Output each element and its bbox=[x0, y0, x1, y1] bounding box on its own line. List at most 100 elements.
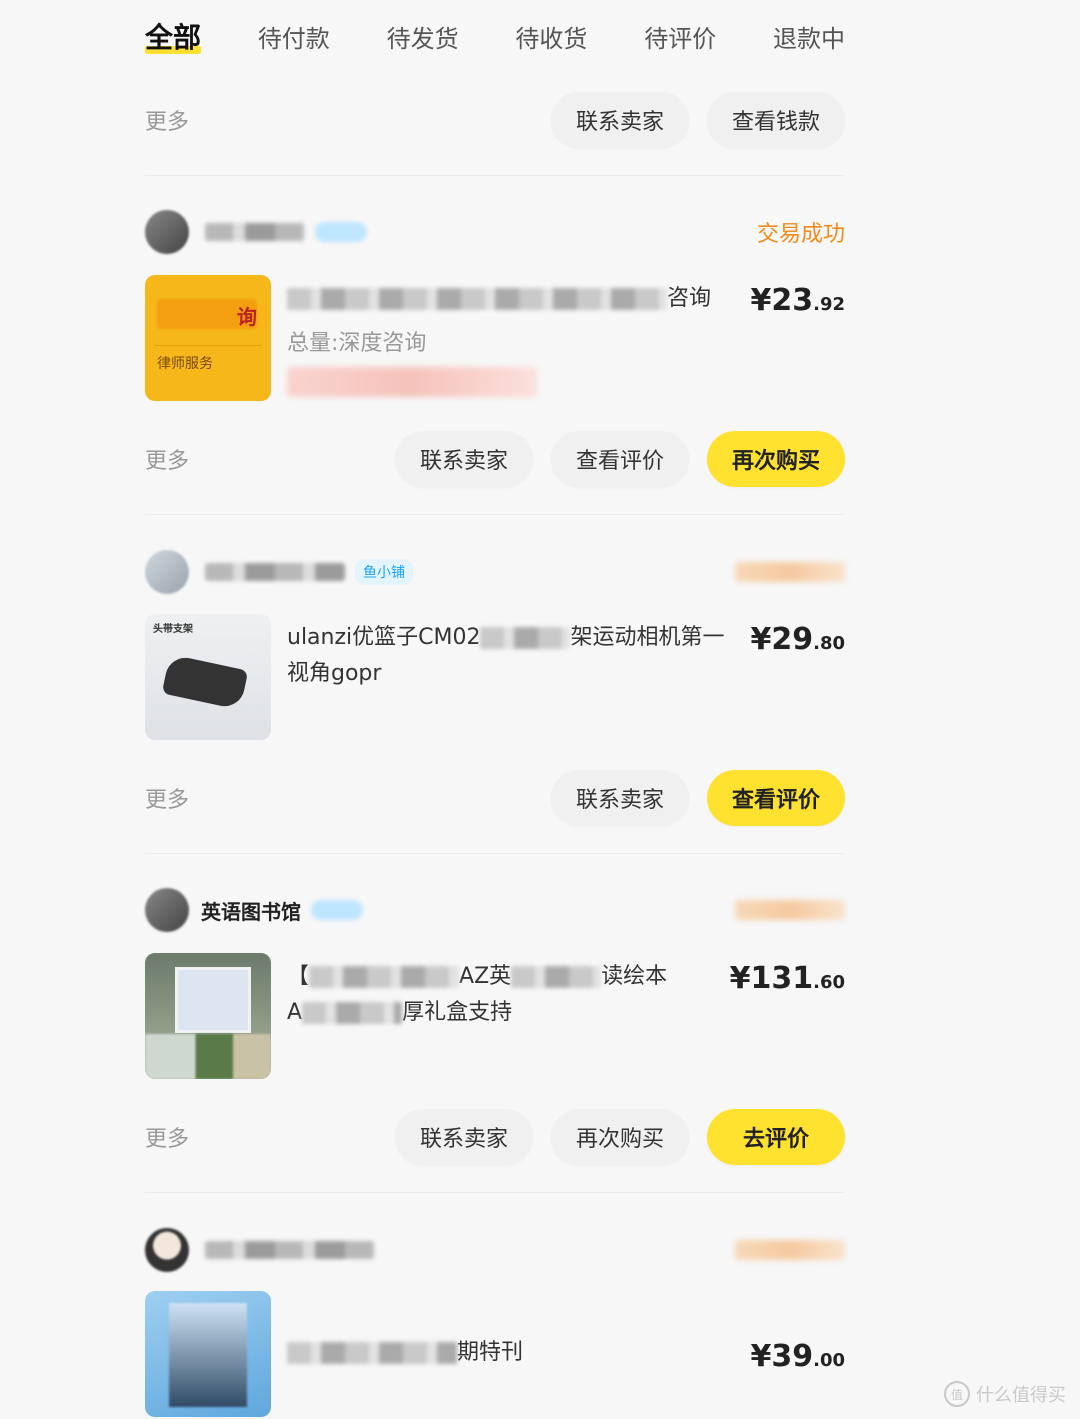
product-spec: 总量:深度咨询 bbox=[287, 331, 427, 356]
title-mid: AZ英 bbox=[459, 964, 512, 989]
tab-pending-review[interactable]: 待评价 bbox=[644, 19, 716, 54]
price-dec: .80 bbox=[813, 633, 845, 654]
order-header: 英语图书馆 bbox=[145, 888, 845, 932]
book-box-image bbox=[175, 967, 251, 1033]
books-image bbox=[145, 1034, 271, 1079]
camera-mount-image bbox=[161, 654, 249, 710]
title-redacted bbox=[302, 1002, 403, 1024]
product-row[interactable]: 【 AZ英 读绘本 A 厚礼盒支持 ¥131.60 bbox=[145, 953, 845, 1081]
title-redacted bbox=[287, 288, 667, 310]
order-header: 交易成功 bbox=[145, 210, 845, 254]
shop-name[interactable]: 英语图书馆 bbox=[201, 896, 301, 925]
contact-seller-button[interactable]: 联系卖家 bbox=[395, 1109, 533, 1165]
action-buttons: 联系卖家 查看评价 再次购买 bbox=[395, 431, 845, 487]
tab-pending-payment[interactable]: 待付款 bbox=[258, 19, 330, 54]
order-header bbox=[145, 1228, 845, 1272]
price-int: ¥29 bbox=[750, 622, 814, 657]
order-status-redacted bbox=[735, 562, 845, 582]
contact-seller-button[interactable]: 联系卖家 bbox=[551, 92, 689, 148]
divider bbox=[145, 514, 845, 515]
contact-seller-button[interactable]: 联系卖家 bbox=[551, 770, 689, 826]
divider bbox=[145, 853, 845, 854]
watermark: 值 什么值得买 bbox=[944, 1381, 1066, 1407]
avatar[interactable] bbox=[145, 888, 189, 932]
more-link[interactable]: 更多 bbox=[145, 1121, 189, 1153]
order-status-redacted bbox=[735, 900, 845, 920]
divider bbox=[145, 175, 845, 176]
order-actions: 更多 联系卖家 查看评价 再次购买 bbox=[145, 429, 845, 489]
thumb-label: 头带支架 bbox=[153, 624, 193, 635]
order-actions: 更多 联系卖家 查看钱款 bbox=[145, 90, 845, 150]
title-redacted bbox=[480, 627, 571, 649]
title-tail: 读绘本 bbox=[601, 964, 668, 989]
order-header: 鱼小铺 bbox=[145, 550, 845, 594]
view-review-button[interactable]: 查看评价 bbox=[551, 431, 689, 487]
buy-again-button[interactable]: 再次购买 bbox=[551, 1109, 689, 1165]
avatar[interactable] bbox=[145, 210, 189, 254]
thumb-service-label: 律师服务 bbox=[157, 356, 213, 372]
more-link[interactable]: 更多 bbox=[145, 782, 189, 814]
product-title: 咨询 bbox=[287, 281, 732, 317]
price: ¥131.60 bbox=[730, 961, 845, 996]
title-head: 【 bbox=[287, 964, 310, 989]
shop-name-redacted bbox=[205, 1241, 375, 1259]
product-title: ulanzi优篮子CM02 架运动相机第一视角gopr bbox=[287, 620, 732, 692]
order-tabs: 全部 待付款 待发货 待收货 待评价 退款中 bbox=[145, 12, 845, 60]
watermark-text: 什么值得买 bbox=[976, 1385, 1066, 1406]
watermark-icon: 值 bbox=[944, 1381, 970, 1407]
shop-name-redacted bbox=[205, 223, 305, 241]
product-thumbnail[interactable] bbox=[145, 953, 271, 1079]
order-status-redacted bbox=[735, 1240, 845, 1260]
title-line2-tail: 厚礼盒支持 bbox=[402, 1000, 513, 1025]
more-link[interactable]: 更多 bbox=[145, 443, 189, 475]
redacted-tags bbox=[287, 367, 537, 397]
product-row[interactable]: 期特刊 ¥39.00 bbox=[145, 1291, 845, 1419]
view-review-button[interactable]: 查看评价 bbox=[707, 770, 845, 826]
write-review-button[interactable]: 去评价 bbox=[707, 1109, 845, 1165]
action-buttons: 联系卖家 查看钱款 bbox=[551, 92, 845, 148]
buy-again-button[interactable]: 再次购买 bbox=[707, 431, 845, 487]
price-int: ¥23 bbox=[750, 283, 814, 318]
shop-name-redacted bbox=[205, 563, 345, 581]
magazine-cover-image bbox=[169, 1303, 247, 1407]
divider bbox=[145, 1192, 845, 1193]
price: ¥39.00 bbox=[750, 1339, 845, 1374]
view-money-button[interactable]: 查看钱款 bbox=[707, 92, 845, 148]
avatar[interactable] bbox=[145, 1228, 189, 1272]
product-title: 期特刊 bbox=[287, 1335, 732, 1371]
title-tail: 咨询 bbox=[667, 286, 712, 311]
product-thumbnail[interactable]: 询 律师服务 bbox=[145, 275, 271, 401]
title-redacted bbox=[309, 966, 460, 988]
product-thumbnail[interactable] bbox=[145, 1291, 271, 1417]
price-int: ¥131 bbox=[729, 961, 814, 996]
title-tail: 期特刊 bbox=[457, 1340, 524, 1365]
price-dec: .92 bbox=[813, 294, 845, 315]
price-int: ¥39 bbox=[750, 1339, 814, 1374]
product-row[interactable]: 询 律师服务 咨询 总量:深度咨询 ¥23.92 bbox=[145, 275, 845, 403]
title-line2-head: A bbox=[287, 1000, 303, 1025]
product-row[interactable]: 头带支架 ulanzi优篮子CM02 架运动相机第一视角gopr ¥29.80 bbox=[145, 614, 845, 742]
more-link[interactable]: 更多 bbox=[145, 104, 189, 136]
shop-badge-redacted bbox=[311, 900, 363, 920]
product-thumbnail[interactable]: 头带支架 bbox=[145, 614, 271, 740]
action-buttons: 联系卖家 查看评价 bbox=[551, 770, 845, 826]
tab-pending-receipt[interactable]: 待收货 bbox=[515, 19, 587, 54]
order-status: 交易成功 bbox=[756, 222, 845, 247]
contact-seller-button[interactable]: 联系卖家 bbox=[395, 431, 533, 487]
tab-all[interactable]: 全部 bbox=[145, 16, 202, 56]
price: ¥23.92 bbox=[750, 283, 845, 318]
thumb-divider bbox=[155, 345, 261, 346]
order-list-page: 全部 待付款 待发货 待收货 待评价 退款中 更多 联系卖家 查看钱款 交易成功… bbox=[0, 0, 1080, 1417]
action-buttons: 联系卖家 再次购买 去评价 bbox=[395, 1109, 845, 1165]
shop-badge: 鱼小铺 bbox=[355, 559, 413, 585]
tab-refunding[interactable]: 退款中 bbox=[773, 19, 845, 54]
order-actions: 更多 联系卖家 再次购买 去评价 bbox=[145, 1107, 845, 1167]
order-actions: 更多 联系卖家 查看评价 bbox=[145, 768, 845, 828]
price-dec: .00 bbox=[813, 1350, 845, 1371]
tab-pending-shipment[interactable]: 待发货 bbox=[387, 19, 459, 54]
title-redacted bbox=[287, 1342, 457, 1364]
thumb-text: 询 bbox=[237, 305, 257, 329]
price: ¥29.80 bbox=[750, 622, 845, 657]
price-dec: .60 bbox=[813, 972, 845, 993]
avatar[interactable] bbox=[145, 550, 189, 594]
